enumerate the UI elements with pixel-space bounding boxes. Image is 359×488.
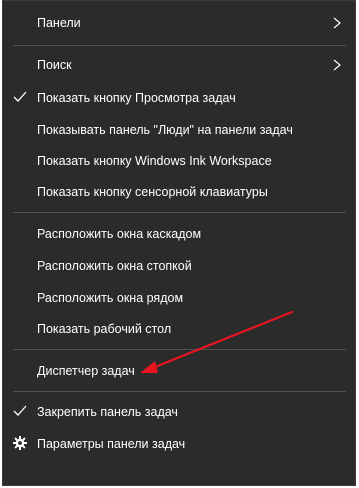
gear-icon [13,436,27,450]
menu-item-lock-taskbar[interactable]: Закрепить панель задач [3,396,355,427]
menu-item-show-task-view-button[interactable]: Показать кнопку Просмотра задач [3,82,355,113]
menu-separator [13,349,346,350]
checkmark-icon [13,91,27,102]
menu-item-show-desktop[interactable]: Показать рабочий стол [3,313,355,344]
menu-item-label: Расположить окна каскадом [37,226,202,241]
menu-item-taskbar-settings[interactable]: Параметры панели задач [3,428,355,459]
menu-item-label: Показать рабочий стол [37,321,172,336]
menu-separator [13,212,346,213]
menu-item-cascade-windows[interactable]: Расположить окна каскадом [3,218,355,249]
menu-separator [13,391,346,392]
menu-item-label: Показать кнопку Просмотра задач [37,90,236,105]
menu-item-label: Диспетчер задач [37,363,135,378]
screenshot-stage: Панели Поиск Показать кнопку Просмотра з… [0,0,359,488]
taskbar-context-menu: Панели Поиск Показать кнопку Просмотра з… [2,0,356,486]
menu-item-label: Закрепить панель задач [37,404,178,419]
menu-item-task-manager[interactable]: Диспетчер задач [3,355,355,386]
menu-item-label: Показать кнопку Windows Ink Workspace [37,153,272,168]
checkmark-icon [13,405,27,416]
menu-item-show-touch-keyboard-button[interactable]: Показать кнопку сенсорной клавиатуры [3,176,355,207]
menu-item-label: Показывать панель "Люди" на панели задач [37,122,293,137]
menu-item-label: Панели [37,15,81,30]
menu-item-label: Поиск [37,57,72,72]
menu-item-stack-windows[interactable]: Расположить окна стопкой [3,250,355,281]
menu-item-side-by-side-windows[interactable]: Расположить окна рядом [3,282,355,313]
menu-separator [13,45,346,46]
menu-item-label: Показать кнопку сенсорной клавиатуры [37,184,268,199]
menu-item-label: Параметры панели задач [37,436,186,451]
menu-item-label: Расположить окна рядом [37,290,184,305]
menu-item-show-people-panel[interactable]: Показывать панель "Люди" на панели задач [3,114,355,145]
chevron-right-icon [333,17,341,29]
menu-item-show-windows-ink-button[interactable]: Показать кнопку Windows Ink Workspace [3,145,355,176]
menu-item-panels[interactable]: Панели [3,7,355,38]
chevron-right-icon [333,59,341,71]
menu-item-label: Расположить окна стопкой [37,258,192,273]
menu-item-search[interactable]: Поиск [3,49,355,80]
